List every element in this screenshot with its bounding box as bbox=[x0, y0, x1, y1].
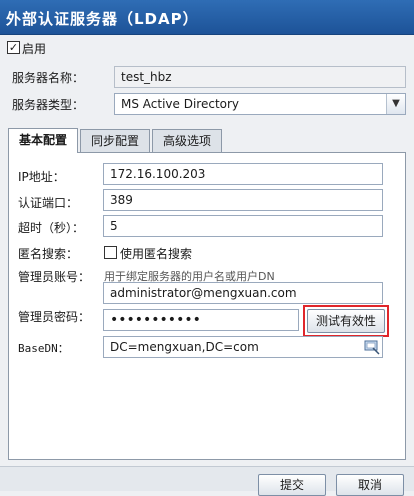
admin-password-input[interactable]: ••••••••••• bbox=[103, 309, 299, 331]
tab-sync[interactable]: 同步配置 bbox=[80, 129, 150, 152]
basedn-label: BaseDN： bbox=[18, 342, 69, 355]
anon-search-checkbox[interactable] bbox=[104, 246, 117, 259]
submit-button[interactable]: 提交 bbox=[258, 474, 326, 496]
tab-advanced[interactable]: 高级选项 bbox=[152, 129, 222, 152]
admin-account-label: 管理员账号： bbox=[18, 270, 91, 284]
window-titlebar: 外部认证服务器（LDAP） bbox=[0, 0, 414, 35]
ip-input[interactable]: 172.16.100.203 bbox=[103, 163, 383, 185]
anon-search-checkbox-label: 使用匿名搜索 bbox=[120, 247, 193, 261]
chevron-down-icon[interactable]: ▼ bbox=[386, 94, 405, 114]
browse-directory-icon[interactable] bbox=[364, 339, 380, 355]
server-name-field: test_hbz bbox=[114, 66, 406, 88]
basedn-input[interactable]: DC=mengxuan,DC=com bbox=[103, 336, 383, 358]
window-title: 外部认证服务器（LDAP） bbox=[6, 10, 199, 28]
server-type-select[interactable]: MS Active Directory ▼ bbox=[114, 93, 406, 115]
test-validity-button[interactable]: 测试有效性 bbox=[307, 309, 385, 333]
admin-account-input[interactable]: administrator@mengxuan.com bbox=[103, 282, 383, 304]
basedn-value: DC=mengxuan,DC=com bbox=[110, 340, 259, 354]
timeout-label: 超时（秒）： bbox=[18, 221, 85, 235]
cancel-button[interactable]: 取消 bbox=[336, 474, 404, 496]
port-label: 认证端口： bbox=[18, 196, 79, 210]
enable-checkbox[interactable]: ✓ bbox=[7, 41, 20, 54]
admin-password-label: 管理员密码： bbox=[18, 310, 91, 324]
server-type-label: 服务器类型： bbox=[12, 98, 85, 112]
ip-label: IP地址： bbox=[18, 170, 65, 184]
timeout-input[interactable]: 5 bbox=[103, 215, 383, 237]
port-input[interactable]: 389 bbox=[103, 189, 383, 211]
enable-label: 启用 bbox=[22, 42, 47, 56]
server-type-value: MS Active Directory bbox=[121, 97, 240, 111]
anon-search-label: 匿名搜索： bbox=[18, 247, 79, 261]
tab-basic[interactable]: 基本配置 bbox=[8, 128, 78, 153]
server-name-label: 服务器名称： bbox=[12, 71, 85, 85]
